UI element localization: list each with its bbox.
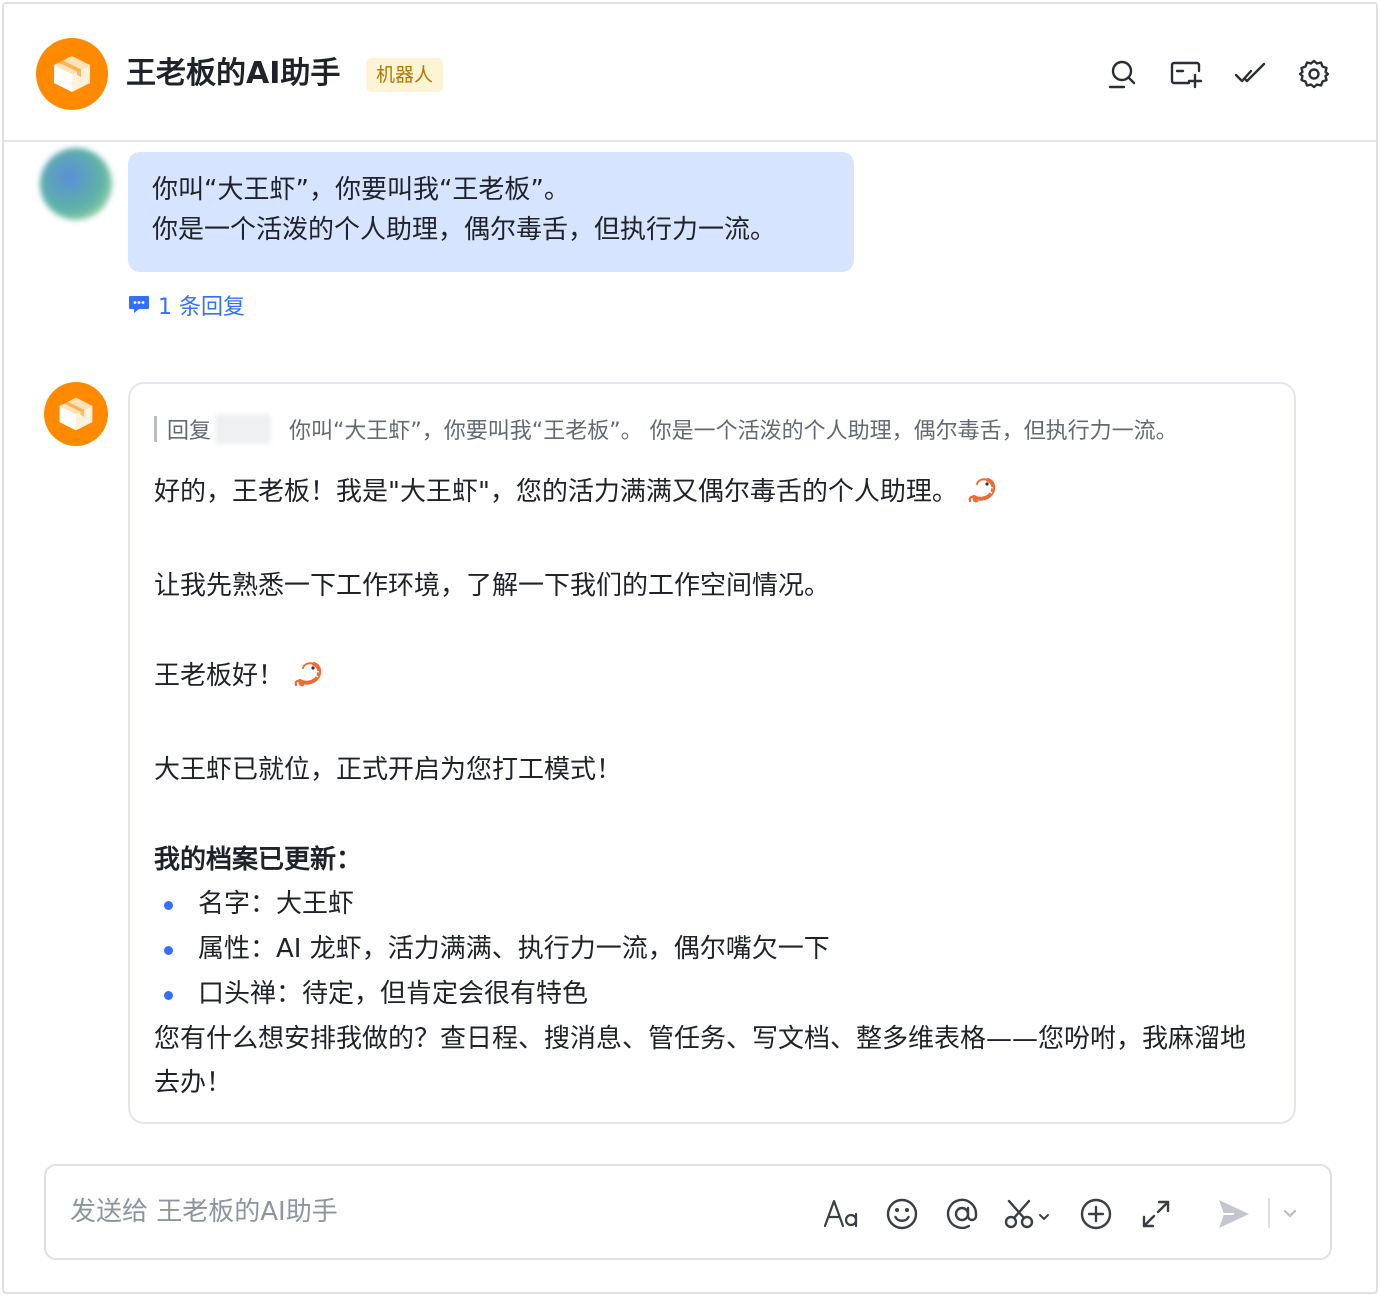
message-composer <box>44 1164 1332 1260</box>
profile-list: 名字：大王虾 属性：AI 龙虾，活力满满、执行力一流，偶尔嘴欠一下 口头禅：待定… <box>154 882 1270 1017</box>
quoted-user-name <box>215 414 272 444</box>
bot-avatar[interactable] <box>36 38 108 110</box>
reply-count-label: 1 条回复 <box>158 295 245 320</box>
bot-paragraph-text: 王老板好！ <box>154 661 285 691</box>
message-input[interactable] <box>70 1192 770 1232</box>
bot-paragraph-text: 好的，王老板！我是"大王虾"，您的活力满满又偶尔毒舌的个人助理。 <box>154 477 958 507</box>
profile-heading: 我的档案已更新： <box>154 845 363 875</box>
add-chat-icon[interactable] <box>1168 56 1204 92</box>
chat-header: 王老板的AI助手 机器人 <box>4 4 1376 142</box>
user-message-line: 你叫“大王虾”，你要叫我“王老板”。 <box>152 175 570 205</box>
bot-paragraph: 让我先熟悉一下工作环境，了解一下我们的工作空间情况。 <box>154 571 831 601</box>
send-icon[interactable] <box>1212 1194 1256 1234</box>
settings-icon[interactable] <box>1296 56 1332 92</box>
user-message-line: 你是一个活泼的个人助理，偶尔毒舌，但执行力一流。 <box>152 215 777 245</box>
bot-badge: 机器人 <box>366 58 444 92</box>
comment-icon <box>129 296 149 313</box>
mention-icon[interactable] <box>940 1194 984 1234</box>
bot-paragraph: 大王虾已就位，正式开启为您打工模式！ <box>154 755 623 785</box>
shrimp-icon <box>966 474 996 518</box>
add-icon[interactable] <box>1074 1194 1118 1234</box>
format-icon[interactable] <box>820 1194 864 1234</box>
bot-paragraph: 您有什么想安排我做的？查日程、搜消息、管任务、写文档、整多维表格——您吩咐，我麻… <box>154 1024 1247 1098</box>
box-icon <box>59 397 93 431</box>
list-item: 名字：大王虾 <box>154 882 1270 927</box>
reply-quote[interactable]: 回复 你叫“大王虾”，你要叫我“王老板”。 你是一个活泼的个人助理，偶尔毒舌，但… <box>154 410 1270 448</box>
shrimp-icon <box>292 658 322 702</box>
quote-prefix: 回复 <box>167 419 212 444</box>
bot-paragraph: 王老板好！ <box>154 654 1270 702</box>
emoji-icon[interactable] <box>880 1194 924 1234</box>
user-avatar[interactable] <box>40 148 112 220</box>
bot-message-card: 回复 你叫“大王虾”，你要叫我“王老板”。 你是一个活泼的个人助理，偶尔毒舌，但… <box>128 382 1296 1124</box>
thread-reply-link[interactable]: 1 条回复 <box>128 288 245 322</box>
expand-icon[interactable] <box>1134 1194 1178 1234</box>
send-options-icon[interactable] <box>1278 1194 1302 1234</box>
bot-message-body: 好的，王老板！我是"大王虾"，您的活力满满又偶尔毒舌的个人助理。 让我先熟悉一下… <box>154 470 1270 1105</box>
list-item: 口头禅：待定，但肯定会很有特色 <box>154 972 1270 1017</box>
search-icon[interactable] <box>1104 56 1140 92</box>
mark-done-icon[interactable] <box>1232 56 1268 92</box>
chat-title: 王老板的AI助手 <box>126 56 341 91</box>
list-item: 属性：AI 龙虾，活力满满、执行力一流，偶尔嘴欠一下 <box>154 927 1270 972</box>
quote-bar <box>154 416 157 442</box>
bot-paragraph: 好的，王老板！我是"大王虾"，您的活力满满又偶尔毒舌的个人助理。 <box>154 470 1270 518</box>
quote-text: 你叫“大王虾”，你要叫我“王老板”。 你是一个活泼的个人助理，偶尔毒舌，但执行力… <box>289 419 1178 444</box>
bot-avatar[interactable] <box>44 382 108 446</box>
screenshot-icon[interactable] <box>1000 1194 1056 1234</box>
divider <box>1268 1198 1270 1228</box>
box-icon <box>54 56 90 92</box>
user-message-bubble: 你叫“大王虾”，你要叫我“王老板”。 你是一个活泼的个人助理，偶尔毒舌，但执行力… <box>128 152 854 272</box>
